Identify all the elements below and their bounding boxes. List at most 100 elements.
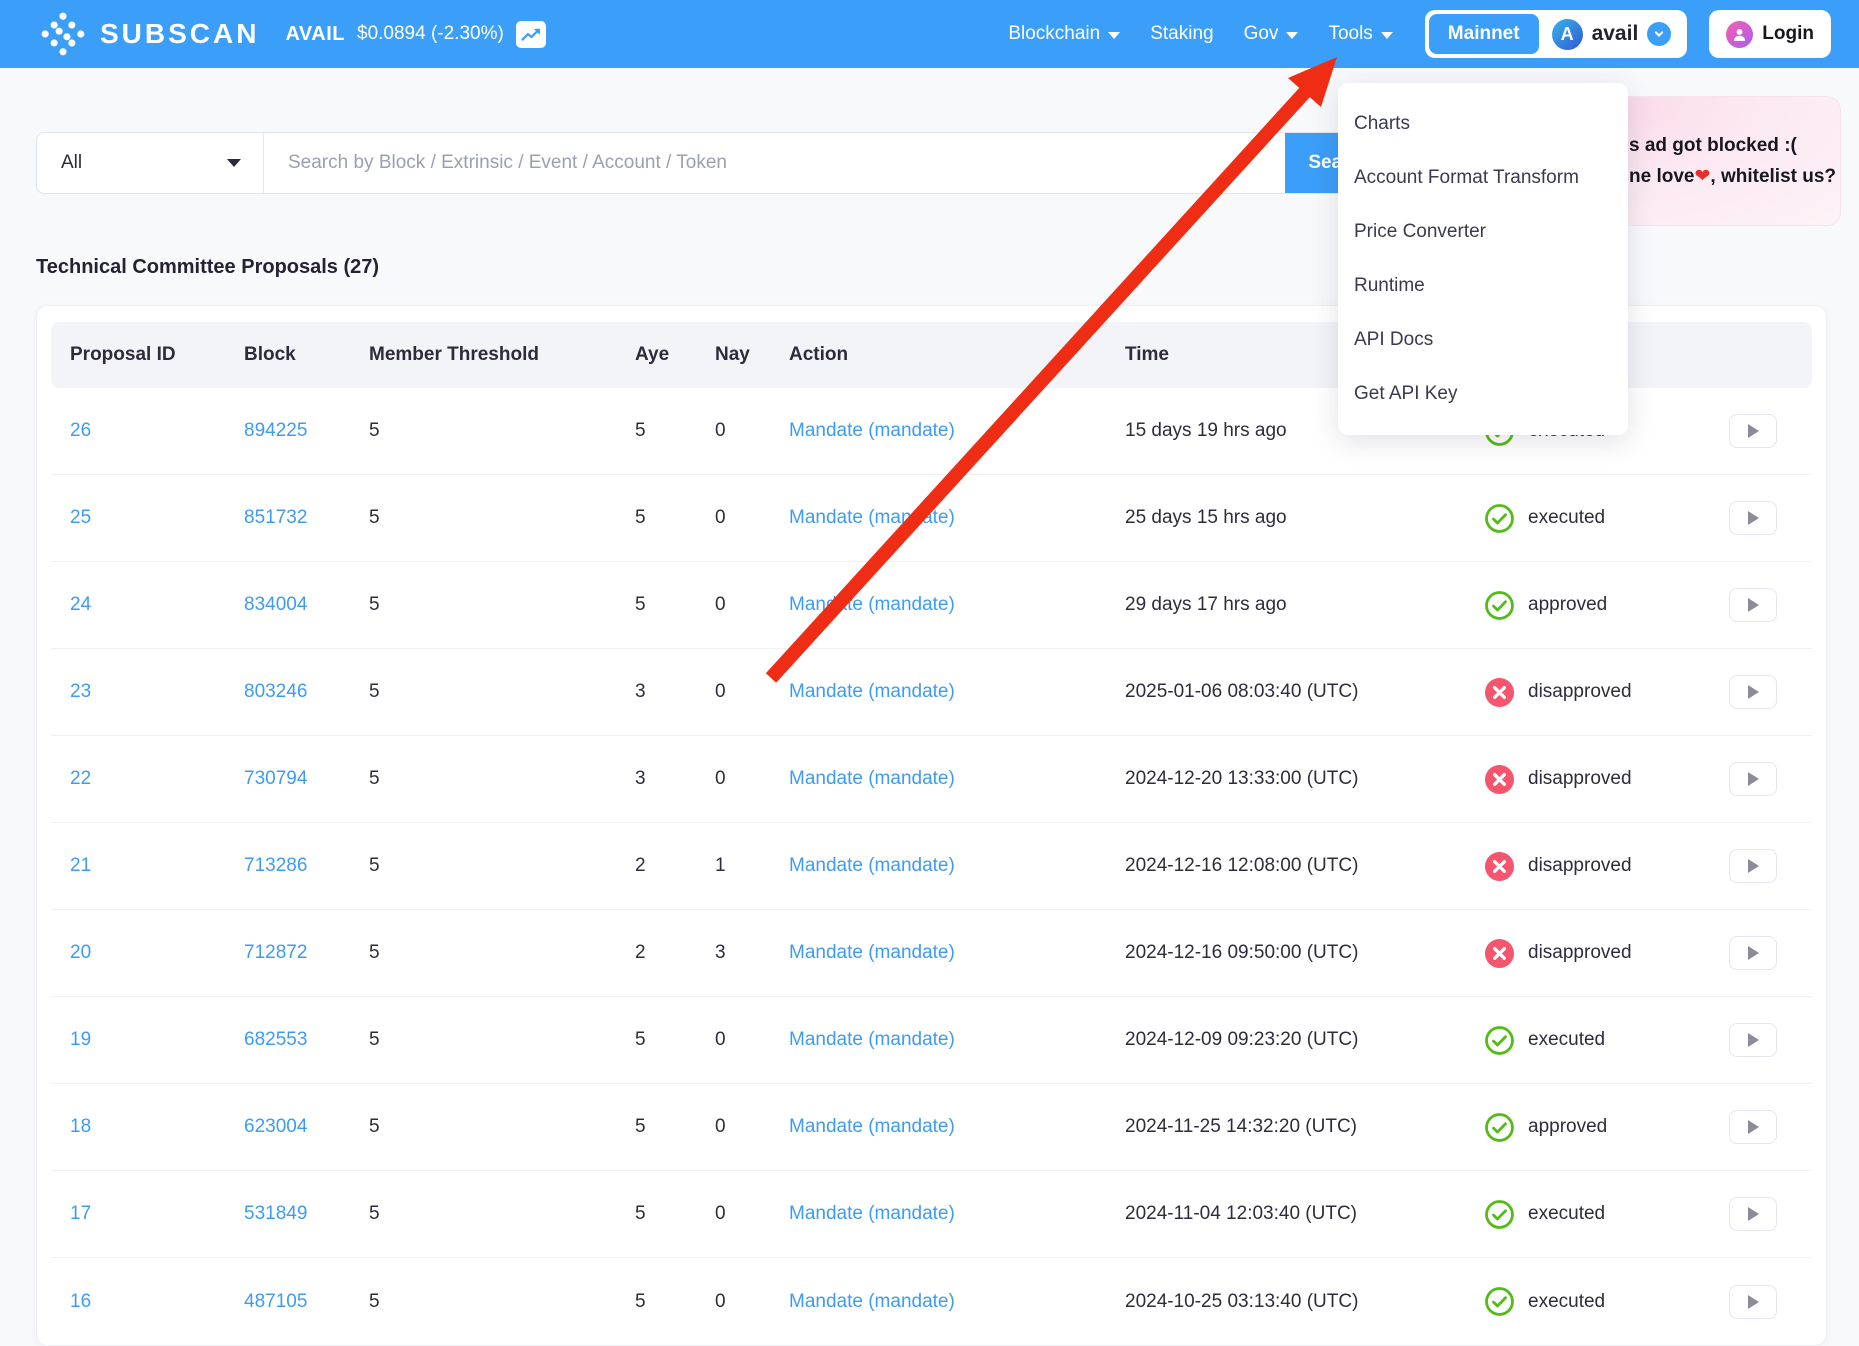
ad-blocked-text: s ad got blocked :( ne love❤, whitelist … (1629, 130, 1836, 192)
success-check-icon (1484, 590, 1515, 621)
login-button[interactable]: Login (1709, 10, 1831, 58)
table-row: 25 851732 5 5 0 Mandate (mandate) 25 day… (51, 475, 1812, 562)
tools-menu-item[interactable]: Charts (1338, 97, 1628, 151)
play-triangle-icon (1748, 424, 1759, 438)
status-badge: approved (1484, 1112, 1729, 1143)
chain-selector[interactable]: A avail (1552, 19, 1684, 50)
action-link[interactable]: Mandate (mandate) (789, 1029, 955, 1050)
nav-item-staking[interactable]: Staking (1150, 23, 1213, 45)
play-triangle-icon (1748, 685, 1759, 699)
status-label: executed (1528, 1291, 1605, 1313)
block-link[interactable]: 487105 (244, 1291, 307, 1312)
action-link[interactable]: Mandate (mandate) (789, 507, 955, 528)
action-link[interactable]: Mandate (mandate) (789, 1291, 955, 1312)
ad-line-2: ne love❤, whitelist us? (1629, 161, 1836, 192)
expand-row-button[interactable] (1729, 1110, 1777, 1144)
action-link[interactable]: Mandate (mandate) (789, 681, 955, 702)
nav-item-gov[interactable]: Gov (1244, 23, 1299, 45)
price-chart-icon[interactable] (516, 21, 546, 48)
table-row: 23 803246 5 3 0 Mandate (mandate) 2025-0… (51, 649, 1812, 736)
nav-item-tools[interactable]: Tools (1328, 23, 1392, 45)
action-link[interactable]: Mandate (mandate) (789, 1203, 955, 1224)
tools-menu-item[interactable]: API Docs (1338, 313, 1628, 367)
time-value: 2024-11-25 14:32:20 (UTC) (1125, 1116, 1484, 1138)
action-link[interactable]: Mandate (mandate) (789, 855, 955, 876)
heart-icon: ❤ (1694, 166, 1710, 187)
search-filter-select[interactable]: All (37, 133, 264, 193)
fail-x-icon (1484, 938, 1515, 969)
block-link[interactable]: 803246 (244, 681, 307, 702)
tools-menu-item[interactable]: Price Converter (1338, 205, 1628, 259)
block-link[interactable]: 834004 (244, 594, 307, 615)
block-link[interactable]: 712872 (244, 942, 307, 963)
proposal-id-link[interactable]: 16 (70, 1291, 91, 1312)
action-link[interactable]: Mandate (mandate) (789, 942, 955, 963)
expand-row-button[interactable] (1729, 762, 1777, 796)
proposal-id-link[interactable]: 26 (70, 420, 91, 441)
expand-row-button[interactable] (1729, 588, 1777, 622)
caret-down-icon (1381, 32, 1393, 39)
expand-row-button[interactable] (1729, 936, 1777, 970)
mainnet-button[interactable]: Mainnet (1429, 14, 1539, 54)
proposal-id-link[interactable]: 18 (70, 1116, 91, 1137)
member-threshold-value: 5 (369, 420, 635, 442)
nay-count: 0 (715, 594, 789, 616)
table-row: 19 682553 5 5 0 Mandate (mandate) 2024-1… (51, 997, 1812, 1084)
status-badge: disapproved (1484, 851, 1729, 882)
block-link[interactable]: 531849 (244, 1203, 307, 1224)
caret-down-icon (227, 159, 241, 167)
play-triangle-icon (1748, 511, 1759, 525)
block-link[interactable]: 623004 (244, 1116, 307, 1137)
expand-row-button[interactable] (1729, 675, 1777, 709)
member-threshold-value: 5 (369, 507, 635, 529)
chain-name: avail (1592, 22, 1639, 46)
action-link[interactable]: Mandate (mandate) (789, 594, 955, 615)
nav-item-blockchain[interactable]: Blockchain (1008, 23, 1120, 45)
expand-row-button[interactable] (1729, 501, 1777, 535)
success-check-icon (1484, 503, 1515, 534)
success-check-icon (1484, 1112, 1515, 1143)
play-triangle-icon (1748, 946, 1759, 960)
nay-count: 0 (715, 1116, 789, 1138)
expand-row-button[interactable] (1729, 1197, 1777, 1231)
aye-count: 5 (635, 1291, 715, 1313)
proposal-id-link[interactable]: 19 (70, 1029, 91, 1050)
proposal-id-link[interactable]: 21 (70, 855, 91, 876)
proposal-id-link[interactable]: 22 (70, 768, 91, 789)
search-input[interactable] (264, 133, 1285, 193)
block-link[interactable]: 713286 (244, 855, 307, 876)
column-header: Nay (715, 344, 789, 366)
status-badge: approved (1484, 590, 1729, 621)
proposal-id-link[interactable]: 17 (70, 1203, 91, 1224)
block-link[interactable]: 851732 (244, 507, 307, 528)
top-navigation-bar: SUBSCAN AVAIL $0.0894 (-2.30%) Blockchai… (0, 0, 1859, 68)
tools-menu-item[interactable]: Runtime (1338, 259, 1628, 313)
action-link[interactable]: Mandate (mandate) (789, 768, 955, 789)
caret-down-icon (1286, 32, 1298, 39)
play-triangle-icon (1748, 1295, 1759, 1309)
proposal-id-link[interactable]: 23 (70, 681, 91, 702)
subscan-logo[interactable]: SUBSCAN (40, 11, 259, 57)
tools-menu-item[interactable]: Account Format Transform (1338, 151, 1628, 205)
action-link[interactable]: Mandate (mandate) (789, 420, 955, 441)
table-row: 16 487105 5 5 0 Mandate (mandate) 2024-1… (51, 1258, 1812, 1345)
subscan-dots-icon (40, 11, 86, 57)
member-threshold-value: 5 (369, 768, 635, 790)
action-link[interactable]: Mandate (mandate) (789, 1116, 955, 1137)
block-link[interactable]: 730794 (244, 768, 307, 789)
block-link[interactable]: 894225 (244, 420, 307, 441)
column-header: Member Threshold (369, 344, 635, 366)
tools-menu-item[interactable]: Get API Key (1338, 367, 1628, 421)
proposal-id-link[interactable]: 20 (70, 942, 91, 963)
expand-row-button[interactable] (1729, 849, 1777, 883)
expand-row-button[interactable] (1729, 1023, 1777, 1057)
time-value: 29 days 17 hrs ago (1125, 594, 1484, 616)
expand-row-button[interactable] (1729, 414, 1777, 448)
nay-count: 0 (715, 768, 789, 790)
block-link[interactable]: 682553 (244, 1029, 307, 1050)
proposal-id-link[interactable]: 25 (70, 507, 91, 528)
status-badge: executed (1484, 503, 1729, 534)
time-value: 2024-11-04 12:03:40 (UTC) (1125, 1203, 1484, 1225)
expand-row-button[interactable] (1729, 1285, 1777, 1319)
proposal-id-link[interactable]: 24 (70, 594, 91, 615)
